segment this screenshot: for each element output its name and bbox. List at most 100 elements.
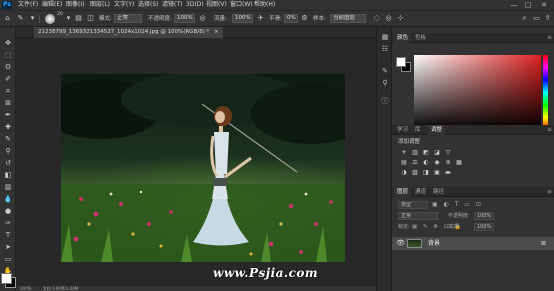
- ignore-adjustment-icon[interactable]: ◌: [372, 14, 381, 23]
- channel-mixer-icon[interactable]: ⊛: [444, 159, 452, 166]
- dodge-tool-icon[interactable]: ●: [3, 207, 13, 216]
- panel-menu-icon[interactable]: ≡: [547, 125, 552, 135]
- flow-field[interactable]: 100%: [232, 14, 253, 23]
- menu-select[interactable]: 选择(S): [138, 0, 159, 10]
- share-icon[interactable]: ⇪: [543, 14, 552, 23]
- document-info[interactable]: 文档:3.00M/3.00M: [43, 286, 78, 291]
- layer-row[interactable]: 👁 背景 ⊠: [392, 237, 554, 250]
- photo-filter-icon[interactable]: ◉: [433, 159, 441, 166]
- menu-window[interactable]: 窗口(W): [230, 0, 253, 10]
- maximize-icon[interactable]: □: [524, 1, 532, 9]
- home-icon[interactable]: ⌂: [3, 14, 12, 23]
- opacity-field[interactable]: 100%: [174, 14, 195, 23]
- clone-stamp-icon[interactable]: ⚲: [3, 147, 13, 156]
- hue-slider[interactable]: [543, 55, 548, 130]
- chevron-down-icon[interactable]: ▾: [28, 14, 37, 23]
- layer-name[interactable]: 背景: [428, 239, 440, 248]
- tab-libraries[interactable]: 库: [412, 125, 424, 135]
- history-brush-icon[interactable]: ↺: [3, 159, 13, 168]
- search-icon[interactable]: ⌕: [520, 14, 529, 23]
- layer-kind-filter[interactable]: 类型: [398, 201, 428, 209]
- close-icon[interactable]: ✕: [540, 1, 548, 9]
- lasso-tool-icon[interactable]: ʘ: [3, 63, 13, 72]
- history-panel-icon[interactable]: ▦: [380, 33, 390, 42]
- symmetry-icon[interactable]: ⊹: [396, 14, 405, 23]
- eye-icon[interactable]: 👁: [396, 239, 405, 248]
- tab-layers[interactable]: 图层: [394, 187, 412, 197]
- levels-icon[interactable]: ▥: [411, 149, 419, 156]
- workspace-icon[interactable]: ▭: [532, 14, 541, 23]
- type-tool-icon[interactable]: T: [3, 231, 13, 240]
- pressure-size-icon[interactable]: ◎: [384, 14, 393, 23]
- menu-type[interactable]: 文字(Y): [114, 0, 134, 10]
- gear-icon[interactable]: ⚙: [300, 14, 309, 23]
- black-white-icon[interactable]: ◐: [422, 159, 430, 166]
- posterize-icon[interactable]: ▧: [411, 169, 419, 176]
- menu-view[interactable]: 视图(V): [206, 0, 227, 10]
- color-lookup-icon[interactable]: ▦: [455, 159, 463, 166]
- document-tab[interactable]: 21238799_1369321334527_1024x1024.jpg @ 1…: [34, 27, 223, 38]
- brush-preview[interactable]: [45, 14, 55, 24]
- menu-filter[interactable]: 滤镜(T): [162, 0, 182, 10]
- menu-file[interactable]: 文件(F): [18, 0, 38, 10]
- panel-menu-icon[interactable]: ≡: [547, 33, 552, 43]
- sample-select[interactable]: 当前图层: [330, 14, 366, 23]
- brush-panel-icon[interactable]: ◫: [86, 14, 95, 23]
- healing-brush-icon[interactable]: ✚: [3, 123, 13, 132]
- layer-filter-icons[interactable]: ▣ ◐ T ▭ ⊡: [432, 200, 483, 209]
- brush-tool-icon[interactable]: ✎: [3, 135, 13, 144]
- crop-tool-icon[interactable]: ⌗: [3, 87, 13, 96]
- color-balance-icon[interactable]: ⚖: [411, 159, 419, 166]
- eraser-tool-icon[interactable]: ◧: [3, 171, 13, 180]
- brush-settings-panel-icon[interactable]: ✎: [380, 67, 390, 76]
- tab-channels[interactable]: 通道: [412, 187, 429, 197]
- threshold-icon[interactable]: ◨: [422, 169, 430, 176]
- blur-tool-icon[interactable]: 💧: [3, 195, 13, 204]
- lock-icon[interactable]: ⊠: [541, 239, 546, 248]
- hue-saturation-icon[interactable]: ▤: [400, 159, 408, 166]
- menu-help[interactable]: 帮助(H): [254, 0, 275, 10]
- document-canvas-image[interactable]: [61, 74, 345, 262]
- tab-adjustments[interactable]: 调整: [428, 125, 446, 135]
- color-field[interactable]: [414, 55, 541, 130]
- gradient-map-icon[interactable]: ▬: [444, 169, 452, 176]
- foreground-color-swatch[interactable]: [1, 273, 12, 284]
- brush-settings-icon[interactable]: ▤: [74, 14, 83, 23]
- exposure-icon[interactable]: ◪: [433, 149, 441, 156]
- brightness-contrast-icon[interactable]: ☀: [400, 149, 408, 156]
- frame-tool-icon[interactable]: ⊠: [3, 99, 13, 108]
- minimize-icon[interactable]: —: [510, 1, 518, 9]
- menu-layer[interactable]: 图层(L): [90, 0, 110, 10]
- quick-select-tool-icon[interactable]: ✐: [3, 75, 13, 84]
- chevron-down-icon[interactable]: ▾: [64, 14, 73, 23]
- smoothing-field[interactable]: 0%: [284, 14, 298, 23]
- curves-icon[interactable]: ◩: [422, 149, 430, 156]
- blend-mode-select[interactable]: 正常: [398, 212, 438, 220]
- pen-tool-icon[interactable]: ✑: [3, 219, 13, 228]
- vibrance-icon[interactable]: ▽: [444, 149, 452, 156]
- tab-swatches[interactable]: 色板: [412, 33, 429, 43]
- invert-icon[interactable]: ◑: [400, 169, 408, 176]
- close-tab-icon[interactable]: ×: [214, 29, 219, 35]
- tab-learn[interactable]: 学习: [394, 125, 411, 135]
- menu-image[interactable]: 图像(I): [66, 0, 84, 10]
- marquee-tool-icon[interactable]: ⬚: [3, 51, 13, 60]
- selective-color-icon[interactable]: ▣: [433, 169, 441, 176]
- clone-source-panel-icon[interactable]: ⚲: [380, 79, 390, 88]
- tab-color[interactable]: 颜色: [394, 33, 412, 43]
- properties-panel-icon[interactable]: ☷: [380, 45, 390, 54]
- zoom-level[interactable]: 100%: [20, 286, 31, 291]
- airbrush-icon[interactable]: ✈: [256, 14, 265, 23]
- info-panel-icon[interactable]: ⓘ: [380, 97, 390, 106]
- gradient-tool-icon[interactable]: ▥: [3, 183, 13, 192]
- layer-opacity-field[interactable]: 100%: [474, 212, 494, 220]
- pressure-opacity-icon[interactable]: ◎: [198, 14, 207, 23]
- path-select-icon[interactable]: ➤: [3, 243, 13, 252]
- eyedropper-tool-icon[interactable]: ✒: [3, 111, 13, 120]
- menu-edit[interactable]: 编辑(E): [42, 0, 62, 10]
- rectangle-tool-icon[interactable]: ▭: [3, 255, 13, 264]
- brush-tool-icon[interactable]: ✎: [16, 14, 25, 23]
- mode-select[interactable]: 正常: [114, 14, 142, 23]
- panel-menu-icon[interactable]: ≡: [547, 187, 552, 197]
- menu-3d[interactable]: 3D(D): [186, 0, 204, 10]
